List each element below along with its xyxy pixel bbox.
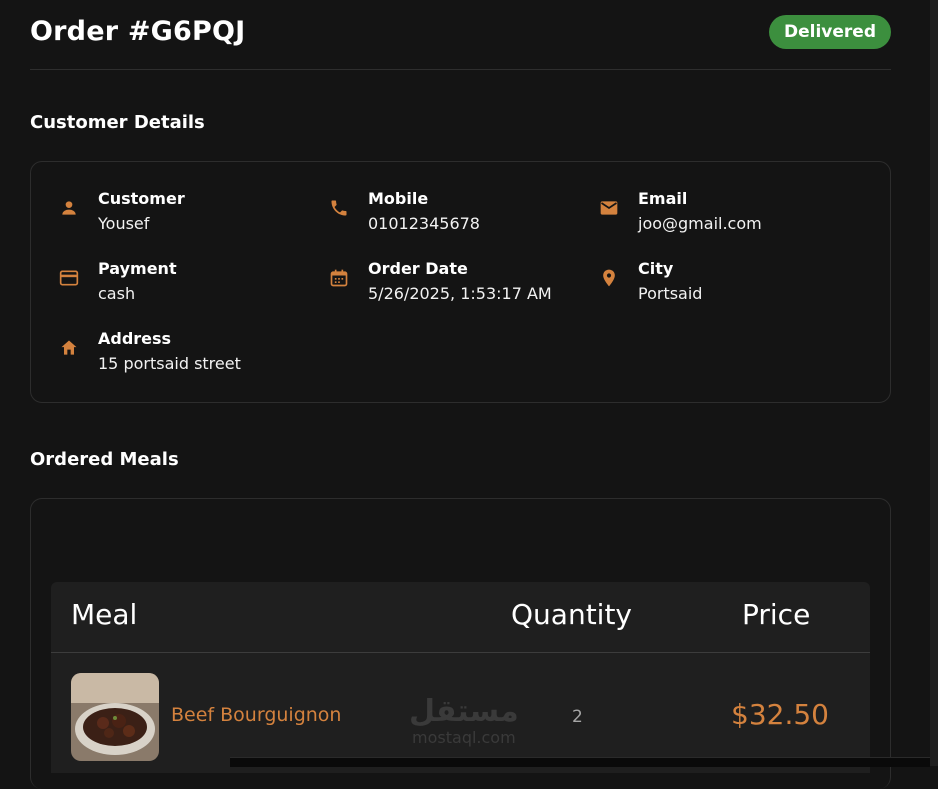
mobile-value: 01012345678 xyxy=(368,214,480,233)
scrollbar[interactable] xyxy=(930,0,938,766)
mobile-label: Mobile xyxy=(368,189,429,208)
payment-label: Payment xyxy=(98,259,177,278)
ordered-meals-card: Meal Quantity Price Beef Bourguignon مست… xyxy=(30,498,891,789)
customer-label: Customer xyxy=(98,189,185,208)
city-value: Portsaid xyxy=(638,284,703,303)
customer-value: Yousef xyxy=(98,214,150,233)
status-badge: Delivered xyxy=(769,14,891,49)
meal-name[interactable]: Beef Bourguignon xyxy=(171,704,341,726)
email-field: Email joo@gmail.com xyxy=(598,187,762,237)
home-icon xyxy=(58,337,80,359)
order-header: Order #G6PQJ Delivered xyxy=(30,0,891,70)
payment-value: cash xyxy=(98,284,136,303)
meal-price: $32.50 xyxy=(731,698,829,731)
address-label: Address xyxy=(98,329,172,348)
order-details-page: Order #G6PQJ Delivered Customer Details … xyxy=(30,0,891,789)
email-label: Email xyxy=(638,189,688,208)
order-title: Order #G6PQJ xyxy=(30,16,246,47)
location-pin-icon xyxy=(598,267,620,289)
customer-field: Customer Yousef xyxy=(58,187,185,237)
order-date-field: Order Date 5/26/2025, 1:53:17 AM xyxy=(328,257,552,307)
meal-image xyxy=(71,673,159,761)
credit-card-icon xyxy=(58,267,80,289)
customer-details-card: Customer Yousef Mobile 01012345678 Email… xyxy=(30,161,891,403)
order-date-label: Order Date xyxy=(368,259,468,278)
payment-field: Payment cash xyxy=(58,257,177,307)
calendar-icon xyxy=(328,267,350,289)
table-header: Meal Quantity Price xyxy=(51,582,870,653)
person-icon xyxy=(58,197,80,219)
order-date-value: 5/26/2025, 1:53:17 AM xyxy=(368,284,552,303)
city-field: City Portsaid xyxy=(598,257,702,307)
column-price: Price xyxy=(742,598,811,631)
watermark-arabic: مستقل xyxy=(409,694,519,729)
meal-quantity: 2 xyxy=(572,707,583,727)
mail-icon xyxy=(598,197,620,219)
table-row: Beef Bourguignon مستقل mostaql.com 2 $32… xyxy=(51,653,870,773)
email-value: joo@gmail.com xyxy=(638,214,762,233)
address-value: 15 portsaid street xyxy=(98,354,241,373)
column-quantity: Quantity xyxy=(511,598,632,631)
mostaql-watermark: مستقل mostaql.com xyxy=(409,695,519,747)
customer-details-title: Customer Details xyxy=(30,112,205,133)
mobile-field: Mobile 01012345678 xyxy=(328,187,480,237)
meals-table: Meal Quantity Price Beef Bourguignon مست… xyxy=(51,582,870,773)
phone-icon xyxy=(328,197,350,219)
city-label: City xyxy=(638,259,674,278)
column-meal: Meal xyxy=(71,598,138,631)
watermark-latin: mostaql.com xyxy=(412,728,516,747)
address-field: Address 15 portsaid street xyxy=(58,327,241,377)
ordered-meals-title: Ordered Meals xyxy=(30,449,179,470)
